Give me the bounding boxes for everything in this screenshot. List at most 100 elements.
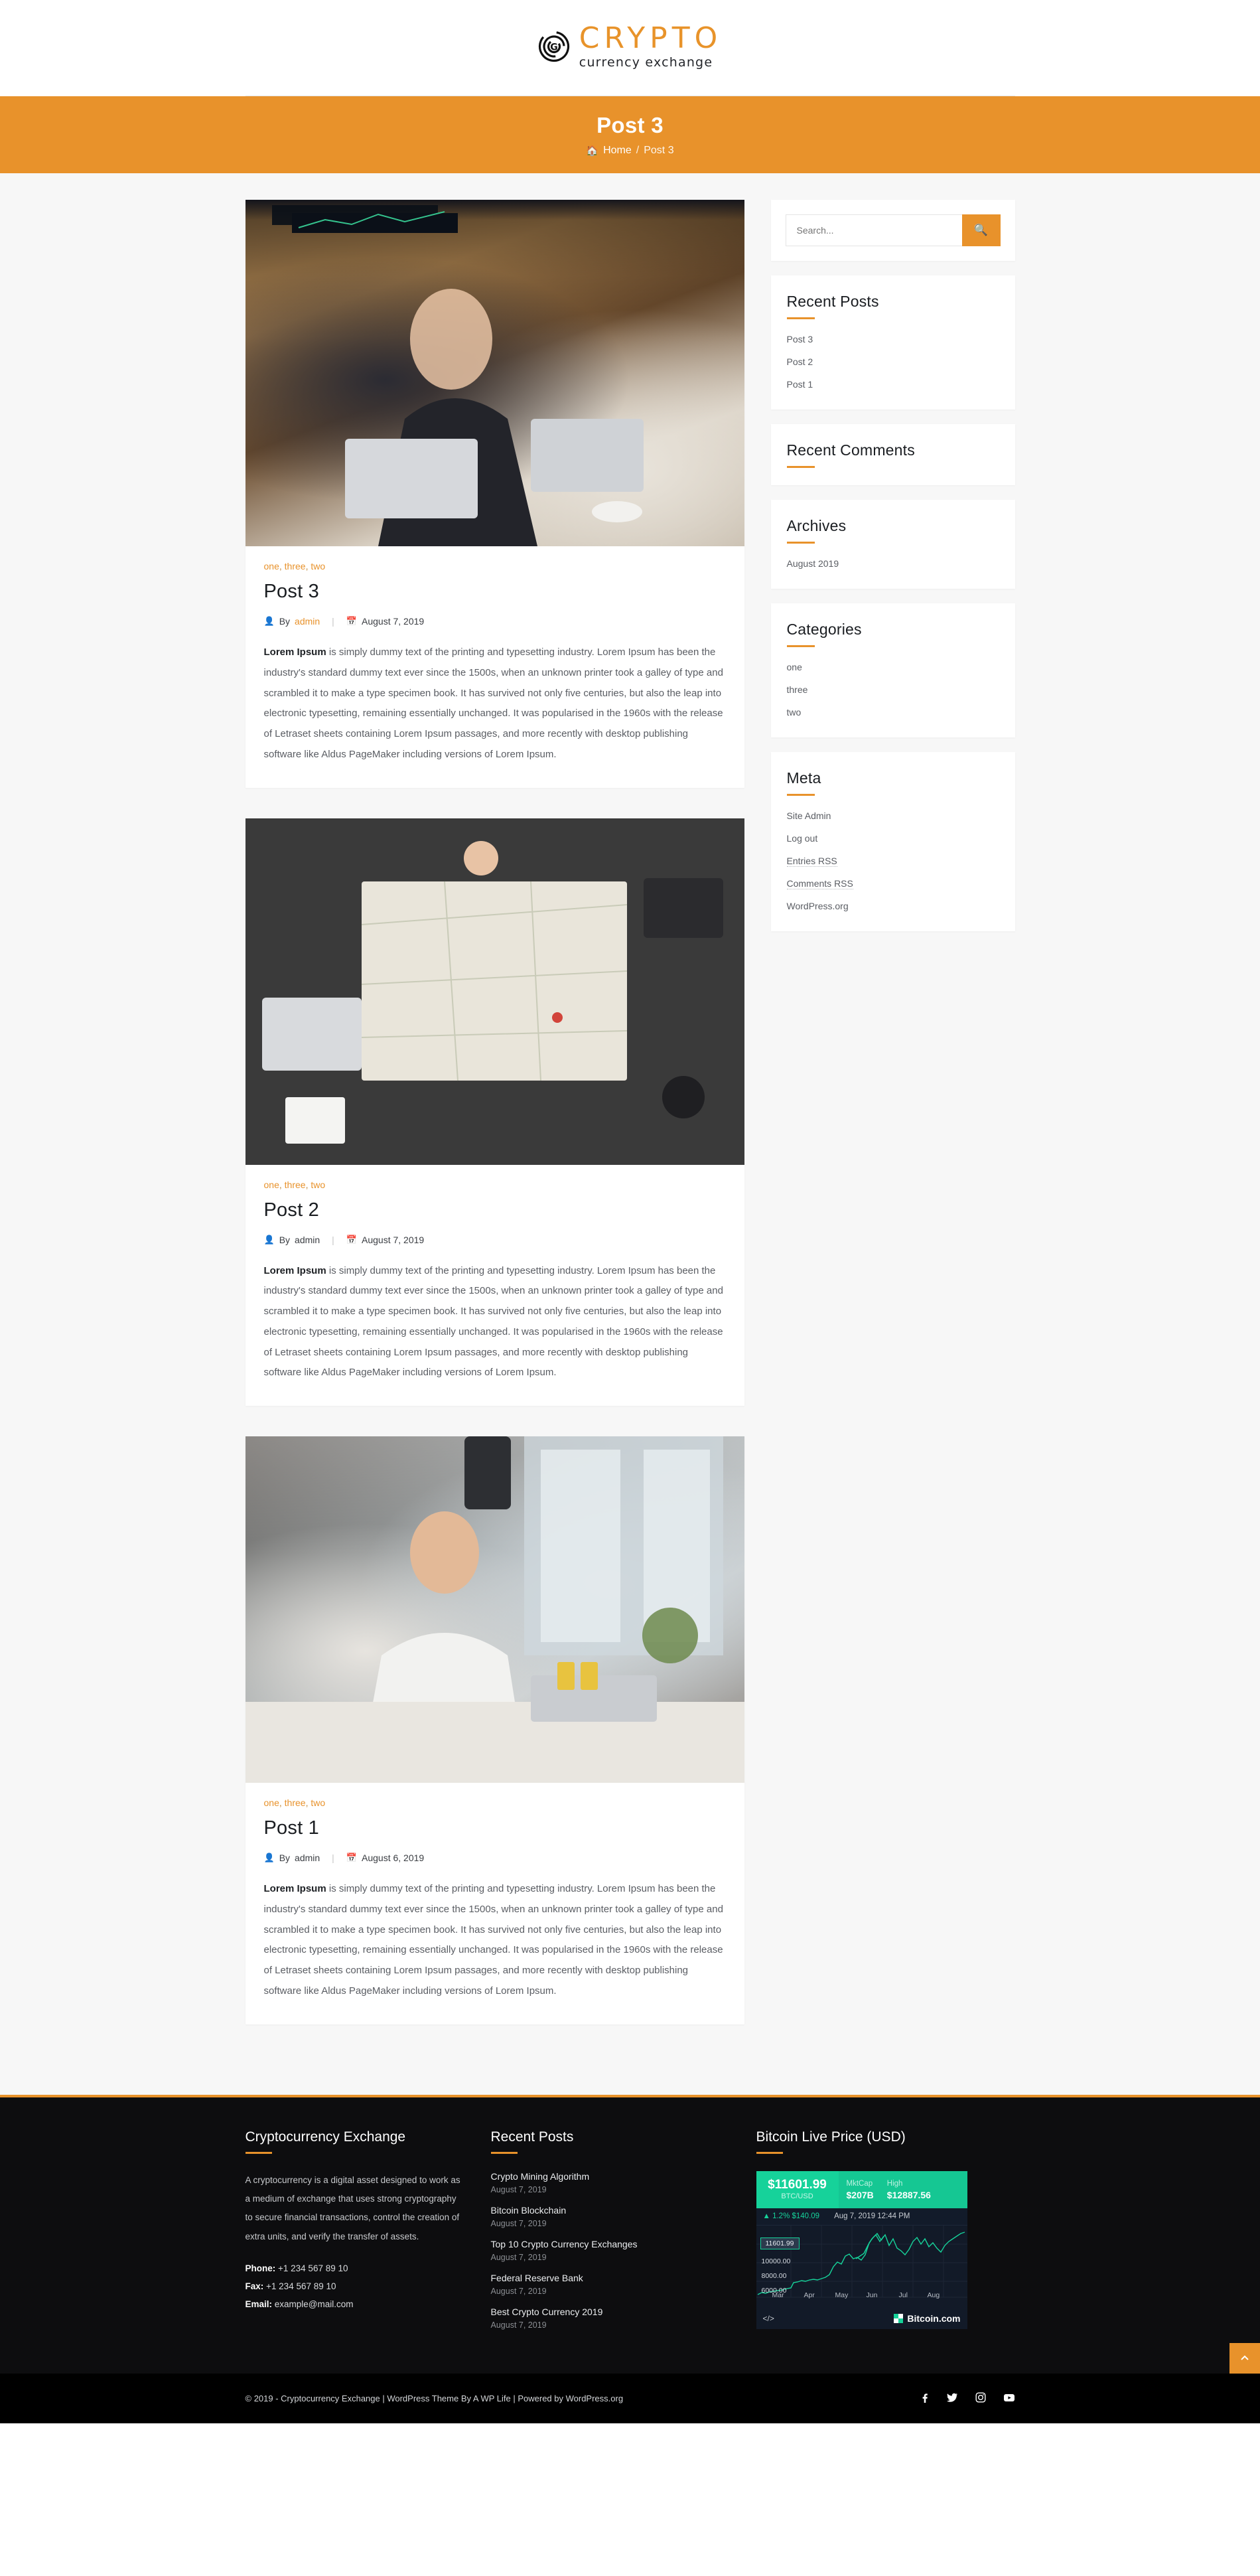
- meta-link-log-out[interactable]: Log out: [787, 833, 818, 844]
- footer-contact: Phone: +1 234 567 89 10 Fax: +1 234 567 …: [245, 2259, 464, 2313]
- post-thumbnail-image[interactable]: [245, 1436, 744, 1783]
- main-container: one, three, two Post 3 👤 By admin | 📅 Au…: [245, 200, 1015, 2055]
- meta-link-entries-rss[interactable]: Entries RSS: [786, 856, 837, 867]
- contact-phone-value: +1 234 567 89 10: [278, 2263, 348, 2273]
- embed-code-icon[interactable]: </>: [763, 2314, 774, 2323]
- list-item: Crypto Mining Algorithm August 7, 2019: [491, 2171, 730, 2194]
- post-category-link[interactable]: three: [285, 1179, 306, 1190]
- post-title[interactable]: Post 3: [264, 581, 726, 603]
- list-item: three: [787, 684, 999, 696]
- widget-title: Categories: [786, 621, 862, 638]
- post-excerpt-lead: Lorem Ipsum: [263, 646, 326, 658]
- widget-recent-posts: Recent Posts Post 3 Post 2 Post 1: [770, 275, 1015, 410]
- footer-post-link[interactable]: Crypto Mining Algorithm: [491, 2171, 730, 2182]
- chart-x-tick-mar: Mar: [772, 2291, 784, 2299]
- post-thumbnail-image[interactable]: [245, 200, 744, 546]
- post-excerpt-lead: Lorem Ipsum: [263, 1264, 326, 1276]
- contact-email-value[interactable]: example@mail.com: [275, 2299, 354, 2309]
- footer-posts-list: Crypto Mining Algorithm August 7, 2019 B…: [491, 2171, 730, 2330]
- category-link[interactable]: two: [787, 707, 802, 718]
- post-date: 📅 August 6, 2019: [346, 1853, 424, 1863]
- bitcoin-high-label: High: [886, 2179, 903, 2188]
- post-author: 👤 By admin: [264, 1235, 320, 1245]
- contact-phone: Phone: +1 234 567 89 10: [245, 2259, 464, 2277]
- sidebar: 🔍 Recent Posts Post 3 Post 2 Post 1 Rece…: [770, 200, 1015, 946]
- bitcoin-price-chart[interactable]: 11601.99 10000.00 8000.00 6000.00 Mar Ap…: [756, 2225, 967, 2311]
- post-category-link[interactable]: three: [285, 561, 306, 571]
- post-date: 📅 August 7, 2019: [346, 1235, 424, 1245]
- footer-post-date: August 7, 2019: [490, 2320, 547, 2330]
- footer-post-link[interactable]: Best Crypto Currency 2019: [491, 2307, 730, 2317]
- search-input[interactable]: [785, 214, 962, 246]
- post-excerpt: Lorem Ipsum is simply dummy text of the …: [264, 1879, 726, 2002]
- widget-categories: Categories one three two: [770, 603, 1015, 737]
- bitcoin-high: High $12887.56: [887, 2178, 931, 2200]
- post-author-link[interactable]: admin: [295, 1853, 320, 1863]
- footer-post-link[interactable]: Bitcoin Blockchain: [491, 2205, 730, 2216]
- post-thumbnail-image[interactable]: [245, 818, 744, 1165]
- recent-post-link[interactable]: Post 1: [787, 379, 813, 390]
- post-category-link[interactable]: one: [264, 1179, 279, 1190]
- post-title[interactable]: Post 2: [264, 1199, 726, 1221]
- bitcoin-widget-footer: </> Bitcoin.com: [756, 2310, 967, 2329]
- list-item: Bitcoin Blockchain August 7, 2019: [491, 2205, 730, 2228]
- breadcrumb-current: Post 3: [644, 145, 674, 156]
- post-category-link[interactable]: one: [264, 1797, 279, 1808]
- post-category-link[interactable]: one: [264, 561, 279, 571]
- title-accent-bar: [786, 542, 815, 544]
- copyright-text: © 2019 - Cryptocurrency Exchange | WordP…: [245, 2393, 624, 2403]
- youtube-icon[interactable]: [1003, 2392, 1015, 2406]
- list-item: Post 2: [787, 356, 999, 368]
- post-list: one, three, two Post 3 👤 By admin | 📅 Au…: [245, 200, 744, 2055]
- meta-link-wordpress-org[interactable]: WordPress.org: [787, 901, 849, 911]
- contact-email-label: Email:: [245, 2299, 273, 2309]
- archive-link[interactable]: August 2019: [787, 558, 839, 569]
- widget-title: Recent Comments: [786, 441, 915, 459]
- search-button[interactable]: 🔍: [961, 214, 1001, 246]
- title-accent-bar: [490, 2151, 518, 2154]
- instagram-icon[interactable]: [975, 2392, 986, 2406]
- post-title[interactable]: Post 1: [264, 1817, 726, 1839]
- bitcoin-brand[interactable]: Bitcoin.com: [894, 2312, 961, 2324]
- post-author-link[interactable]: admin: [295, 1235, 320, 1245]
- scroll-to-top-button[interactable]: [1229, 2342, 1260, 2374]
- calendar-icon: 📅: [346, 1234, 357, 1245]
- recent-post-link[interactable]: Post 2: [787, 356, 813, 367]
- post-category-link[interactable]: two: [311, 561, 325, 571]
- bitcoin-change: ▲ 1.2% $140.09: [762, 2212, 820, 2220]
- contact-email: Email: example@mail.com: [245, 2295, 464, 2313]
- user-icon: 👤: [263, 616, 275, 626]
- post-date-text: August 7, 2019: [362, 616, 425, 627]
- list-item: WordPress.org: [787, 901, 999, 913]
- post-card: one, three, two Post 2 👤 By admin | 📅 Au…: [245, 818, 744, 1406]
- recent-post-link[interactable]: Post 3: [787, 334, 813, 344]
- twitter-icon[interactable]: [946, 2392, 958, 2406]
- bitcoin-brand-text: Bitcoin.com: [907, 2312, 961, 2324]
- footer-post-link[interactable]: Federal Reserve Bank: [491, 2273, 730, 2283]
- post-category-link[interactable]: two: [311, 1179, 325, 1190]
- breadcrumb-home-link[interactable]: Home: [603, 145, 632, 157]
- footer-post-link[interactable]: Top 10 Crypto Currency Exchanges: [491, 2239, 730, 2249]
- post-category-link[interactable]: two: [311, 1797, 325, 1808]
- meta-link-site-admin[interactable]: Site Admin: [787, 810, 831, 821]
- post-category-link[interactable]: three: [285, 1797, 306, 1808]
- meta-link-comments-rss[interactable]: Comments RSS: [786, 878, 853, 889]
- category-link[interactable]: one: [787, 662, 802, 672]
- footer-about: Cryptocurrency Exchange A cryptocurrency…: [245, 2129, 464, 2340]
- widget-title: Meta: [786, 769, 821, 787]
- widget-title: Recent Posts: [786, 293, 879, 310]
- list-item: one: [787, 662, 999, 674]
- post-author-link[interactable]: admin: [295, 616, 320, 627]
- contact-fax-value: +1 234 567 89 10: [266, 2281, 336, 2291]
- contact-phone-label: Phone:: [245, 2263, 276, 2273]
- facebook-icon[interactable]: [919, 2392, 930, 2406]
- footer-bitcoin-widget: Bitcoin Live Price (USD) $11601.99 BTC/U…: [756, 2129, 1015, 2340]
- post-excerpt-text: is simply dummy text of the printing and…: [263, 1883, 723, 1997]
- category-link[interactable]: three: [787, 684, 808, 695]
- post-body: one, three, two Post 2 👤 By admin | 📅 Au…: [245, 1165, 744, 1406]
- post-card: one, three, two Post 1 👤 By admin | 📅 Au…: [245, 1436, 744, 2024]
- chart-x-tick-may: May: [835, 2291, 849, 2299]
- bitcoin-current-price-tag: 11601.99: [760, 2237, 800, 2249]
- site-logo[interactable]: G CRYPTO currency exchange: [0, 24, 1260, 96]
- list-item: Site Admin: [787, 810, 999, 822]
